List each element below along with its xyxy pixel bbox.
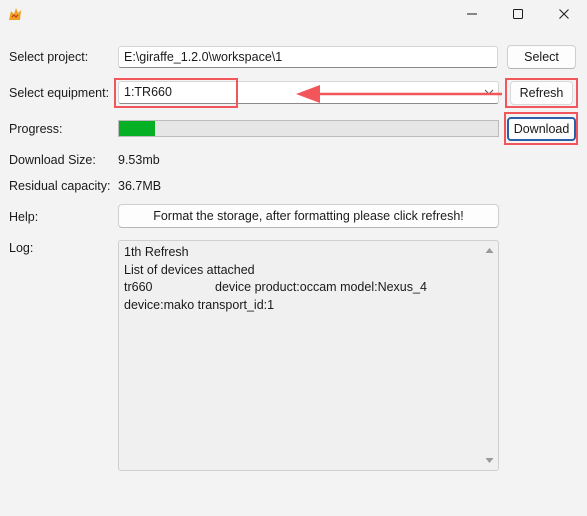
log-line: 1th Refresh — [124, 245, 189, 259]
download-size-value: 9.53mb — [118, 153, 160, 167]
help-label: Help: — [9, 210, 39, 224]
select-equipment-label: Select equipment: — [9, 86, 110, 100]
select-button[interactable]: Select — [507, 45, 576, 69]
select-project-label: Select project: — [9, 50, 89, 64]
chevron-down-icon — [484, 89, 494, 95]
progress-bar-fill — [119, 121, 155, 136]
close-button[interactable] — [541, 0, 587, 28]
log-label: Log: — [9, 241, 34, 255]
project-path-field[interactable]: E:\giraffe_1.2.0\workspace\1 — [118, 46, 498, 68]
log-line: tr660 device product:occam model:Nexus_4 — [124, 280, 427, 294]
close-icon — [559, 9, 569, 19]
download-button[interactable]: Download — [507, 117, 576, 141]
progress-bar — [118, 120, 499, 137]
maximize-icon — [513, 9, 523, 19]
refresh-button[interactable]: Refresh — [510, 81, 573, 105]
scroll-down-arrow-icon[interactable] — [485, 457, 494, 464]
residual-capacity-value: 36.7MB — [118, 179, 162, 193]
scroll-up-arrow-icon[interactable] — [485, 247, 494, 254]
equipment-dropdown[interactable]: 1:TR660 — [118, 81, 499, 104]
format-storage-button[interactable]: Format the storage, after formatting ple… — [118, 204, 499, 228]
giraffe-logo-icon — [9, 8, 21, 20]
residual-capacity-label: Residual capacity: — [9, 179, 111, 193]
progress-label: Progress: — [9, 122, 63, 136]
log-line: List of devices attached — [124, 262, 255, 277]
minimize-button[interactable] — [449, 0, 495, 28]
log-content: 1th Refresh List of devices attached tr660… — [124, 244, 427, 314]
maximize-button[interactable] — [495, 0, 541, 28]
title-bar — [0, 0, 587, 28]
log-line: device:mako transport_id:1 — [124, 297, 275, 312]
equipment-selected-value: 1:TR660 — [124, 85, 172, 99]
download-size-label: Download Size: — [9, 153, 96, 167]
log-textarea[interactable]: 1th Refresh List of devices attached tr660… — [118, 240, 499, 471]
minimize-icon — [467, 13, 477, 15]
